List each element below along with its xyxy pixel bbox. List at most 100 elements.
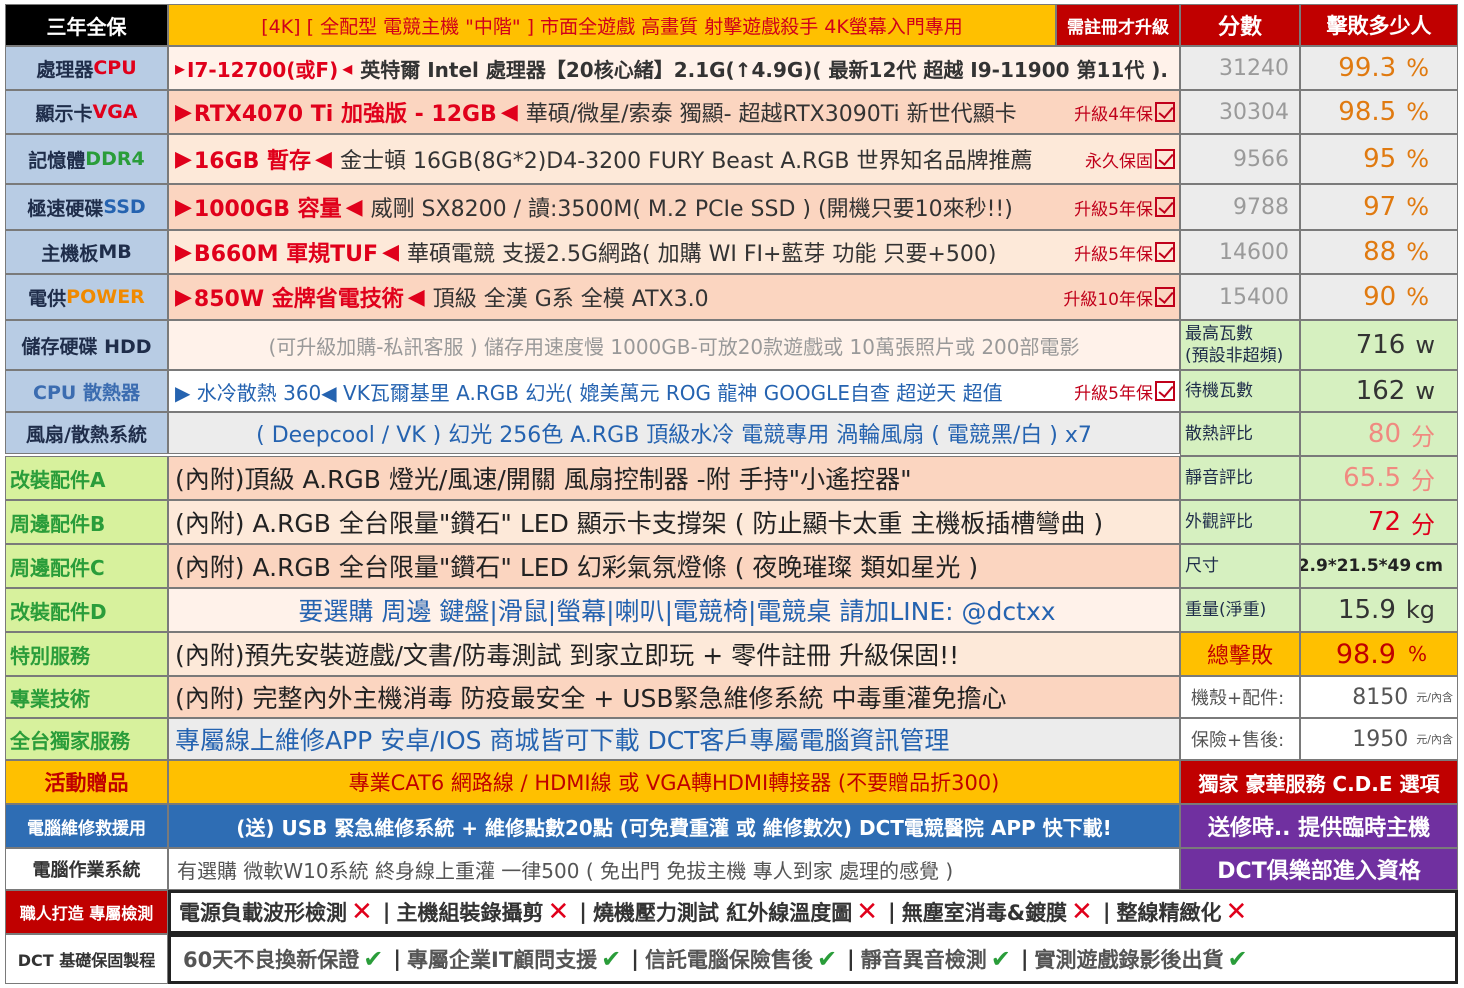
warranty-option: 永久保固 [1085,151,1153,172]
part-highlight: 16GB 暫存 [193,149,312,174]
stat-value: 80 分 [1300,412,1458,456]
check-item: 整線精緻化 [1116,901,1222,925]
cooler-label: CPU 散熱器 [5,370,168,412]
part-label: 顯示卡 VGA [5,90,168,134]
checkbox-icon[interactable] [1155,197,1175,217]
part-desc: ▶ 850W 金牌省電技術 ◀ 頂級 全漢 G系 全模 ATX3.0 升級10年保 [168,274,1180,320]
arrow-right-icon: ▶ [175,146,192,172]
stat-value: 15.9 kg [1300,588,1458,632]
part-desc: ▶ 1000GB 容量 ◀ 威剛 SX8200 / 讀:3500M( M.2 PCI… [168,184,1180,230]
check-item: 實測遊戲錄影後出貨 [1034,948,1224,972]
stat-label: 重量(淨重) [1180,588,1300,632]
arrow-left-icon: ◀ [315,146,332,172]
stat-label: 最高瓦數 (預設非超頻) [1180,320,1300,370]
warranty-label: 三年全保 [5,4,168,46]
stat-label: 散熱評比 [1180,412,1300,456]
part-score: 31240 [1180,46,1300,90]
cross-icon: ✕ [1071,897,1093,927]
base-checks: 60天不良換新保證 ✔ | 專屬企業IT顧問支援 ✔ | 信託電腦保險售後 ✔ | 靜音異音檢測 ✔… [168,934,1458,984]
check-item: 無塵室消毒&鍍膜 [901,901,1068,925]
os-side[interactable]: DCT俱樂部進入資格 [1180,848,1458,890]
register-note: 需註冊才升級 [1056,4,1180,46]
checkbox-icon[interactable] [1155,102,1175,122]
rescue-label: 電腦維修救援用 [5,804,168,848]
warranty-option: 升級10年保 [1063,289,1153,310]
pro-label: 職人打造 專屬檢測 [5,890,168,934]
part-desc: ▶ B660M 軍規TUF ◀ 華碩電競 支援2.5G網路( 加購 WI FI+藍芽… [168,230,1180,274]
checkmark-icon: ✔ [990,945,1011,973]
check-item: 主機組裝錄攝剪 [396,901,544,925]
extra-text: (內附) A.RGB 全台限量"鑽石" LED 顯示卡支撐架 ( 防止顯卡太重 … [168,500,1180,544]
beat-header: 擊敗多少人 [1300,4,1458,46]
cross-icon: ✕ [547,897,570,927]
cross-icon: ✕ [351,897,373,927]
arrow-right-icon: ▸ [175,56,186,80]
part-beat-percent: 88% [1300,230,1458,274]
warranty-option: 升級5年保 [1074,199,1153,220]
os-text: 有選購 微軟W10系統 終身線上重灌 一律500 ( 免出門 免拔主機 專人到家… [168,848,1180,890]
part-score: 14600 [1180,230,1300,274]
checkbox-icon[interactable] [1155,381,1175,401]
arrow-left-icon: ◀ [382,239,399,265]
checkbox-icon[interactable] [1155,242,1175,262]
extra-text: 專屬線上維修APP 安卓/IOS 商城皆可下載 DCT客戶專屬電腦資訊管理 [168,718,1180,760]
checkbox-icon[interactable] [1155,149,1175,169]
cross-icon: ✕ [1225,897,1248,927]
part-score: 9788 [1180,184,1300,230]
part-desc: ▶ 16GB 暫存 ◀ 金士頓 16GB(8G*2)D4-3200 FURY Bea… [168,134,1180,184]
stat-value: 716 w [1300,320,1458,370]
fan-text: ( Deepcool / VK ) 幻光 256色 A.RGB 頂級水冷 電競專… [168,412,1180,454]
warranty-option: 升級4年保 [1074,104,1153,125]
part-beat-percent: 98.5% [1300,90,1458,134]
extra-text: (內附) A.RGB 全台限量"鑽石" LED 幻彩氣氛燈條 ( 夜晚璀璨 類如… [168,544,1180,588]
extra-text: (內附) 完整內外主機消毒 防疫最安全 + USB緊急維修系統 中毒重灌免擔心 [168,676,1180,718]
extra-text: 要選購 周邊 鍵盤|滑鼠|螢幕|喇叭|電競椅|電競桌 請加LINE: @dctx… [168,588,1180,632]
check-item: 燒機壓力測試 紅外線溫度圖 [592,901,853,925]
stat-value: 65.5 分 [1300,456,1458,500]
part-highlight: 1000GB 容量 [193,197,342,222]
gift-text: 專業CAT6 網路線 / HDMI線 或 VGA轉HDMI轉接器 (不要贈品折3… [168,760,1180,804]
cooler-option: 升級5年保 [1074,383,1153,404]
arrow-left-icon: ◀ [500,99,518,125]
part-highlight: RTX4070 Ti 加強版 - 12GB [193,102,497,127]
part-label: 電供 POWER [5,274,168,320]
gift-label: 活動贈品 [5,760,168,804]
part-label: 處理器 CPU [5,46,168,90]
arrow-right-icon: ▶ [175,194,192,220]
cooler-text: ▶ 水冷散熱 360◀ VK瓦爾基里 A.RGB 幻光( 媲美萬元 ROG 龍神… [168,370,1180,412]
warranty-option: 升級5年保 [1074,244,1153,265]
hdd-text: (可升級加購-私訊客服 ) 儲存用速度慢 1000GB-可放20款遊戲或 10萬… [168,320,1180,370]
total-value: 98.9% [1300,632,1458,676]
stat-label: 靜音評比 [1180,456,1300,500]
checkmark-icon: ✔ [363,945,384,973]
total-label: 總擊敗 [1180,632,1300,676]
part-score: 15400 [1180,274,1300,320]
extra-label: 特別服務 [5,632,168,676]
checkbox-icon[interactable] [1155,287,1175,307]
part-label: 極速硬碟 SSD [5,184,168,230]
arrow-left-icon: ◀ [345,194,363,220]
stat-label: 尺寸 [1180,544,1300,588]
price-label: 機殼+配件: [1180,676,1300,718]
os-label: 電腦作業系統 [5,848,168,890]
gift-side[interactable]: 獨家 豪華服務 C.D.E 選項 [1180,760,1458,804]
part-beat-percent: 97% [1300,184,1458,230]
part-desc: ▸ I7-12700(或F) ◂ 英特爾 Intel 處理器【20核心緒】2.1G(… [168,46,1180,90]
arrow-left-icon: ◂ [342,56,353,80]
rescue-side[interactable]: 送修時.. 提供臨時主機 [1180,804,1458,848]
arrow-left-icon: ◀ [407,284,425,310]
stat-label: 待機瓦數 [1180,370,1300,412]
check-item: 60天不良換新保證 [183,948,360,972]
stat-value: 72 分 [1300,500,1458,544]
checkmark-icon: ✔ [601,945,622,973]
check-item: 信託電腦保險售後 [644,948,813,972]
extra-label: 周邊配件B [5,500,168,544]
extra-label: 改裝配件D [5,588,168,632]
check-item: 電源負載波形檢測 [179,901,347,925]
fan-label: 風扇/散熱系統 [5,412,168,454]
part-highlight: B660M 軍規TUF [193,242,379,267]
extra-label: 改裝配件A [5,456,168,500]
part-label: 主機板 MB [5,230,168,274]
part-desc: ▶ RTX4070 Ti 加強版 - 12GB ◀ 華碩/微星/索泰 獨顯- 超越R… [168,90,1180,134]
stat-value: 42.9*21.5*49cm [1300,544,1458,588]
